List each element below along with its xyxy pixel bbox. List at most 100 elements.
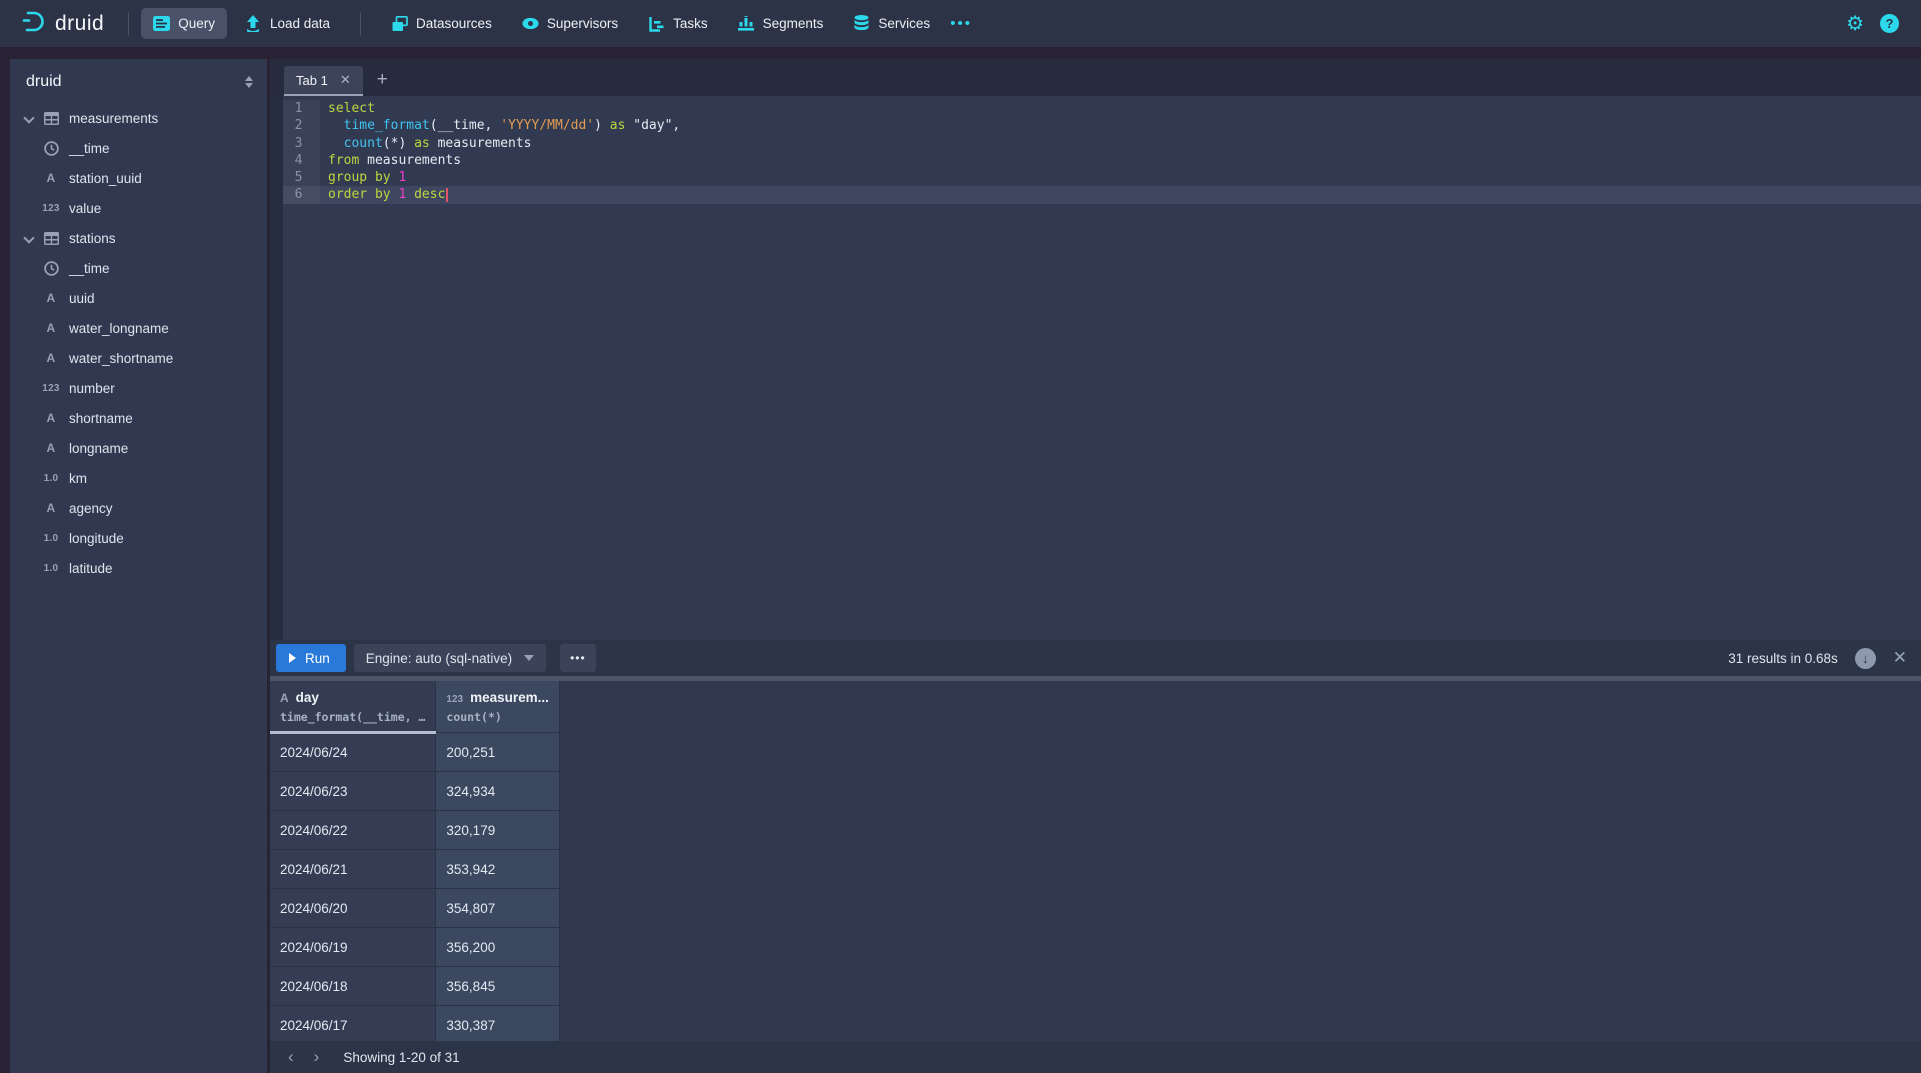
code-line-1[interactable]: 1select: [283, 100, 1921, 117]
sql-editor[interactable]: 1select2 time_format(__time, 'YYYY/MM/dd…: [270, 96, 1921, 640]
tree-column-shortname[interactable]: A shortname: [10, 403, 267, 433]
tab-close-icon[interactable]: ✕: [340, 72, 351, 88]
column-name: day: [296, 690, 319, 705]
tree-column-__time[interactable]: __time: [10, 253, 267, 283]
database-icon: [853, 15, 870, 32]
tree-column-latitude[interactable]: 1.0 latitude: [10, 553, 267, 583]
results-body: 2024/06/24200,2512024/06/23324,9342024/0…: [270, 733, 559, 1042]
cell-day[interactable]: 2024/06/24: [270, 733, 436, 772]
nav-item-query[interactable]: Query: [141, 8, 227, 39]
results-table: A day time_format(__time, …123 measurem.…: [270, 681, 560, 1041]
tree-table-measurements[interactable]: measurements: [10, 103, 267, 133]
cell-day[interactable]: 2024/06/23: [270, 772, 436, 811]
tree-column-uuid[interactable]: A uuid: [10, 283, 267, 313]
query-workspace: Tab 1 ✕ + 1select2 time_format(__time, '…: [270, 59, 1921, 1073]
cell-day[interactable]: 2024/06/18: [270, 967, 436, 1006]
tree-column-station_uuid[interactable]: A station_uuid: [10, 163, 267, 193]
tree-column-agency[interactable]: A agency: [10, 493, 267, 523]
top-navbar: druid Query Load data Datasources Superv…: [0, 0, 1921, 47]
schema-sidebar: druid measurements __time A station_uuid…: [10, 59, 267, 1073]
brand-text: druid: [55, 12, 104, 36]
tree-column-water_shortname[interactable]: A water_shortname: [10, 343, 267, 373]
engine-select[interactable]: Engine: auto (sql-native): [354, 644, 546, 672]
help-icon[interactable]: ?: [1880, 14, 1899, 33]
text-cursor: [446, 188, 448, 202]
bar-chart-icon: [738, 15, 755, 32]
tree-column-__time[interactable]: __time: [10, 133, 267, 163]
cell-measurements[interactable]: 354,807: [436, 889, 559, 928]
cell-measurements[interactable]: 330,387: [436, 1006, 559, 1042]
table-icon: [40, 112, 62, 125]
nav-item-supervisors[interactable]: Supervisors: [510, 8, 630, 39]
druid-logo-icon: [20, 8, 46, 39]
cell-measurements[interactable]: 353,942: [436, 850, 559, 889]
tree-table-stations[interactable]: stations: [10, 223, 267, 253]
schema-name[interactable]: druid: [26, 73, 62, 91]
line-number: 3: [283, 135, 320, 152]
run-bar-right: 31 results in 0.68s ↓ ✕: [1728, 648, 1907, 669]
query-more-button[interactable]: •••: [560, 644, 596, 672]
next-page-icon[interactable]: ›: [304, 1047, 330, 1067]
table-row: 2024/06/23324,934: [270, 772, 559, 811]
nav-item-tasks[interactable]: Tasks: [636, 8, 720, 39]
cell-day[interactable]: 2024/06/20: [270, 889, 436, 928]
string-type-icon: A: [40, 411, 62, 425]
line-number: 4: [283, 152, 320, 169]
results-panel: A day time_format(__time, …123 measurem.…: [270, 681, 1921, 1041]
tree-column-longname[interactable]: A longname: [10, 433, 267, 463]
druid-logo[interactable]: druid: [14, 8, 116, 39]
cell-measurements[interactable]: 356,845: [436, 967, 559, 1006]
gear-icon[interactable]: ⚙: [1846, 14, 1864, 34]
cell-measurements[interactable]: 320,179: [436, 811, 559, 850]
line-number: 5: [283, 169, 320, 186]
code-lines: 1select2 time_format(__time, 'YYYY/MM/dd…: [283, 100, 1921, 204]
cell-day[interactable]: 2024/06/22: [270, 811, 436, 850]
upload-icon: [245, 15, 262, 32]
table-row: 2024/06/17330,387: [270, 1006, 559, 1042]
code-line-6[interactable]: 6order by 1 desc: [283, 186, 1921, 203]
pagination-label: Showing 1-20 of 31: [343, 1050, 459, 1065]
float-type-icon: 1.0: [40, 533, 62, 544]
code-line-3[interactable]: 3 count(*) as measurements: [283, 135, 1921, 152]
clock-icon: [40, 141, 62, 156]
tab-1[interactable]: Tab 1 ✕: [284, 66, 363, 96]
close-results-icon[interactable]: ✕: [1893, 648, 1907, 668]
table-row: 2024/06/24200,251: [270, 733, 559, 772]
chevron-down-icon[interactable]: [24, 233, 34, 243]
cell-day[interactable]: 2024/06/21: [270, 850, 436, 889]
tree-column-km[interactable]: 1.0 km: [10, 463, 267, 493]
code-line-4[interactable]: 4from measurements: [283, 152, 1921, 169]
console-icon: [153, 15, 170, 32]
table-icon: [40, 232, 62, 245]
add-tab-button[interactable]: +: [377, 69, 388, 91]
eye-icon: [522, 15, 539, 32]
tree-column-value[interactable]: 123 value: [10, 193, 267, 223]
cell-measurements[interactable]: 324,934: [436, 772, 559, 811]
code-line-2[interactable]: 2 time_format(__time, 'YYYY/MM/dd') as "…: [283, 117, 1921, 134]
tree-column-longitude[interactable]: 1.0 longitude: [10, 523, 267, 553]
string-type-icon: A: [40, 351, 62, 365]
cell-measurements[interactable]: 200,251: [436, 733, 559, 772]
nav-item-segments[interactable]: Segments: [726, 8, 836, 39]
cell-measurements[interactable]: 356,200: [436, 928, 559, 967]
nav-more-button[interactable]: •••: [942, 9, 980, 38]
string-type-icon: A: [40, 291, 62, 305]
nav-item-datasources[interactable]: Datasources: [379, 8, 504, 39]
column-header-day[interactable]: A day time_format(__time, …: [270, 681, 436, 733]
column-expression: time_format(__time, …: [280, 710, 425, 724]
tree-column-number[interactable]: 123 number: [10, 373, 267, 403]
code-line-5[interactable]: 5group by 1: [283, 169, 1921, 186]
cell-day[interactable]: 2024/06/19: [270, 928, 436, 967]
editor-gutter-strip: [270, 96, 283, 640]
column-header-measurem-[interactable]: 123 measurem... count(*): [436, 681, 559, 733]
sort-toggle-icon[interactable]: [245, 76, 253, 88]
table-row: 2024/06/22320,179: [270, 811, 559, 850]
run-button[interactable]: Run: [276, 644, 346, 672]
cell-day[interactable]: 2024/06/17: [270, 1006, 436, 1042]
prev-page-icon[interactable]: ‹: [278, 1047, 304, 1067]
chevron-down-icon[interactable]: [24, 113, 34, 123]
nav-item-services[interactable]: Services: [841, 8, 942, 39]
download-icon[interactable]: ↓: [1855, 648, 1876, 669]
nav-item-load-data[interactable]: Load data: [233, 8, 342, 39]
tree-column-water_longname[interactable]: A water_longname: [10, 313, 267, 343]
